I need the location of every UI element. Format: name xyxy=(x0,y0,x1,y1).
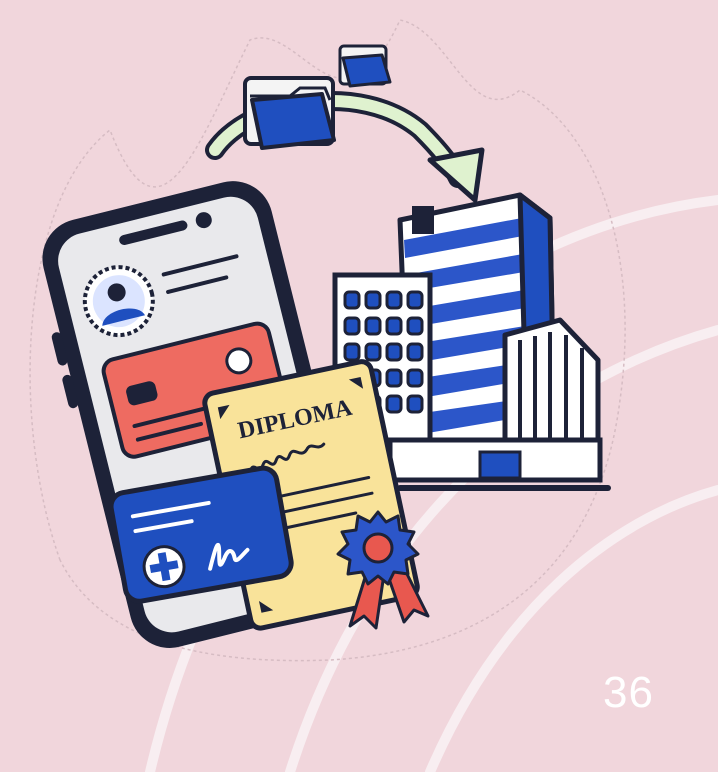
folder-icon xyxy=(243,76,336,150)
slide: DIPLOMA 36 xyxy=(0,0,718,772)
page-number: 36 xyxy=(603,668,654,717)
building-base xyxy=(387,437,611,491)
folder-small-icon xyxy=(338,44,392,88)
documents-transfer-illustration: DIPLOMA xyxy=(29,19,718,772)
